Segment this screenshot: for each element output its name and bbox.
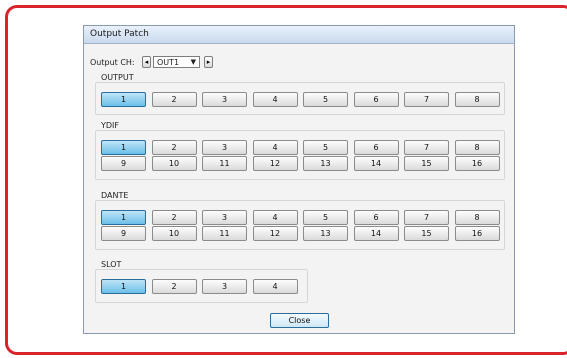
prev-channel-button[interactable]: ◂ [142, 56, 151, 68]
dante-patch-button-15[interactable]: 15 [404, 226, 449, 241]
ydif-patch-button-15[interactable]: 15 [404, 156, 449, 171]
output-patch-button-6[interactable]: 6 [353, 92, 399, 107]
output-patch-button-2[interactable]: 2 [151, 92, 197, 107]
dante-group-label: DANTE [100, 191, 130, 200]
slot-patch-button-3[interactable]: 3 [202, 279, 247, 294]
output-patch-button-8[interactable]: 8 [454, 92, 500, 107]
slot-patch-button-2[interactable]: 2 [151, 279, 197, 294]
ydif-patch-button-13[interactable]: 13 [303, 156, 348, 171]
slot-patch-button-4[interactable]: 4 [252, 279, 298, 294]
chevron-down-icon: ▼ [190, 58, 196, 66]
slot-group-label: SLOT [100, 260, 123, 269]
output-patch-button-4[interactable]: 4 [252, 92, 298, 107]
left-arrow-icon: ◂ [144, 58, 149, 66]
output-patch-button-3[interactable]: 3 [202, 92, 247, 107]
dante-patch-button-4[interactable]: 4 [252, 210, 298, 225]
dante-patch-button-7[interactable]: 7 [404, 210, 449, 225]
output-patch-button-1[interactable]: 1 [101, 92, 146, 107]
ydif-patch-button-14[interactable]: 14 [353, 156, 399, 171]
ydif-patch-button-12[interactable]: 12 [252, 156, 298, 171]
ydif-patch-button-7[interactable]: 7 [404, 140, 449, 155]
dante-patch-button-9[interactable]: 9 [101, 226, 146, 241]
dante-group: DANTE 1 2 3 4 5 6 7 8 9 10 11 12 13 14 15 16 [95, 191, 505, 250]
output-patch-button-7[interactable]: 7 [404, 92, 449, 107]
close-button[interactable]: Close [270, 313, 329, 328]
output-ch-value: OUT1 [157, 58, 180, 67]
dante-patch-button-10[interactable]: 10 [151, 226, 197, 241]
ydif-patch-button-4[interactable]: 4 [252, 140, 298, 155]
dante-patch-button-6[interactable]: 6 [353, 210, 399, 225]
output-patch-button-5[interactable]: 5 [303, 92, 348, 107]
ydif-patch-button-10[interactable]: 10 [151, 156, 197, 171]
ydif-patch-button-11[interactable]: 11 [202, 156, 247, 171]
ydif-patch-button-16[interactable]: 16 [454, 156, 500, 171]
slot-patch-button-1[interactable]: 1 [101, 279, 146, 294]
output-group: OUTPUT 12345678 [95, 73, 505, 115]
dante-patch-button-3[interactable]: 3 [202, 210, 247, 225]
dante-patch-button-8[interactable]: 8 [454, 210, 500, 225]
title-bar[interactable]: Output Patch [84, 26, 514, 44]
dante-patch-button-14[interactable]: 14 [353, 226, 399, 241]
ydif-patch-button-5[interactable]: 5 [303, 140, 348, 155]
dante-patch-button-16[interactable]: 16 [454, 226, 500, 241]
ydif-patch-button-9[interactable]: 9 [101, 156, 146, 171]
dante-patch-button-1[interactable]: 1 [101, 210, 146, 225]
ydif-group-label: YDIF [100, 121, 121, 130]
dante-patch-button-5[interactable]: 5 [303, 210, 348, 225]
output-patch-dialog: Output Patch Output CH: ◂ OUT1 ▼ ▸ OUTPU… [83, 25, 515, 334]
right-arrow-icon: ▸ [206, 58, 211, 66]
dante-patch-button-12[interactable]: 12 [252, 226, 298, 241]
ydif-patch-button-8[interactable]: 8 [454, 140, 500, 155]
dante-patch-button-11[interactable]: 11 [202, 226, 247, 241]
dante-patch-button-2[interactable]: 2 [151, 210, 197, 225]
ydif-patch-button-2[interactable]: 2 [151, 140, 197, 155]
output-ch-label: Output CH: [90, 58, 135, 67]
next-channel-button[interactable]: ▸ [204, 56, 213, 68]
output-ch-select[interactable]: OUT1 ▼ [153, 56, 200, 68]
ydif-patch-button-3[interactable]: 3 [202, 140, 247, 155]
window-title: Output Patch [90, 29, 149, 39]
dante-patch-button-13[interactable]: 13 [303, 226, 348, 241]
ydif-group: YDIF 1 2 3 4 5 6 7 8 9 10 11 12 13 14 15 16 [95, 121, 505, 180]
output-group-label: OUTPUT [100, 73, 135, 82]
ydif-patch-button-6[interactable]: 6 [353, 140, 399, 155]
slot-group: SLOT 1234 [95, 260, 308, 303]
ydif-patch-button-1[interactable]: 1 [101, 140, 146, 155]
